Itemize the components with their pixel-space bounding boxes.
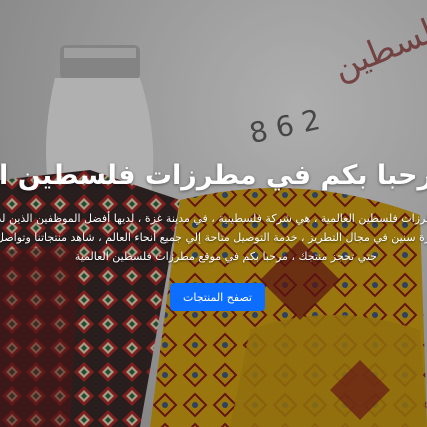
hero-description-line-3: حتي تحجز منتجك ، مرحبا بكم في موقع مطرزا… — [74, 250, 377, 263]
hero-description-line-1: مطرزات فلسطين العالمية ، هي شركة فلسطيني… — [0, 212, 427, 225]
hero-description-line-2: خبرة سنين في مجال التطريز ، خدمة التوصيل… — [0, 231, 427, 244]
hero-section: مطرزات فلسطين 8 6 2 مرحبا بكم في مطرزات … — [0, 0, 427, 427]
browse-products-button[interactable]: تصفح المنتجات — [170, 283, 265, 311]
hero-content: مرحبا بكم في مطرزات فلسطين العالمية مطرز… — [0, 0, 427, 427]
hero-title: مرحبا بكم في مطرزات فلسطين العالمية — [0, 160, 427, 191]
